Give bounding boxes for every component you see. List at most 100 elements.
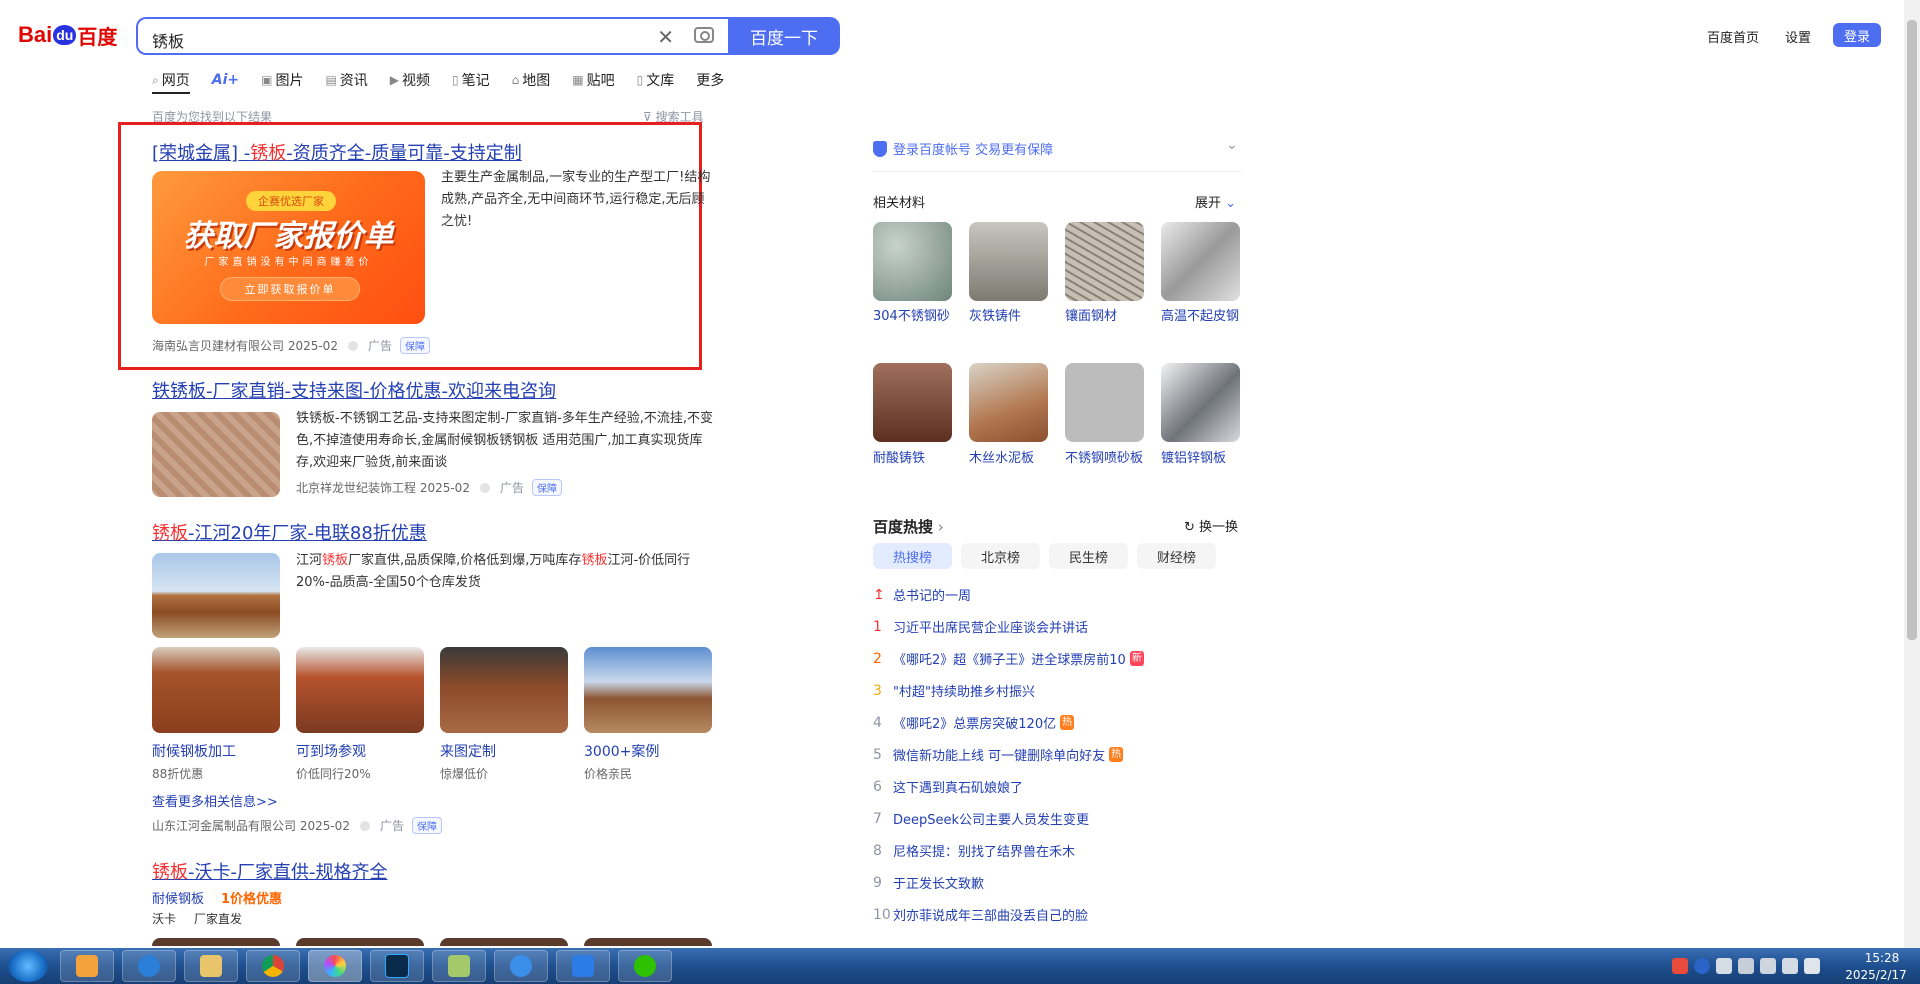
grid-caption-3[interactable]: 来图定制 [440,741,496,761]
hot-item-9[interactable]: 9 于正发长文致歉 [873,873,984,893]
more-info-link[interactable]: 查看更多相关信息>> [152,791,278,810]
tab-web[interactable]: ⌕ 网页 [152,68,190,94]
guarantee-badge[interactable]: 保障 [411,817,442,834]
tab-tieba[interactable]: ▦ 贴吧 [572,68,614,92]
result-4-title[interactable]: 锈板-沃卡-厂家直供-规格齐全 [152,858,387,884]
scrollbar-thumb[interactable] [1907,20,1917,640]
login-button[interactable]: 登录 [1833,23,1881,47]
result-2-thumbnail[interactable] [152,412,280,497]
info-icon[interactable] [359,820,370,831]
wechat-icon[interactable] [618,950,672,982]
chrome-icon[interactable] [246,950,300,982]
related-image-6[interactable] [969,363,1048,442]
refresh-button[interactable]: ↻ 换一换 [1184,516,1238,535]
tray-icon[interactable] [1716,958,1732,974]
related-image-1[interactable] [873,222,952,301]
hot-item-5[interactable]: 5 微信新功能上线 可一键删除单向好友热 [873,745,1124,764]
related-image-8[interactable] [1161,363,1240,442]
related-caption-2[interactable]: 灰铁铸件 [969,306,1053,328]
hot-item-8[interactable]: 8 尼格买提：别找了结界兽在禾木 [873,841,1075,861]
sogou-tray-icon[interactable] [1672,958,1688,974]
network-icon[interactable] [1760,958,1776,974]
tab-notes[interactable]: ▯ 笔记 [452,68,490,92]
hot-item-10[interactable]: 10 刘亦菲说成年三部曲没丢自己的脸 [873,905,1088,925]
tab-news[interactable]: ▤ 资讯 [325,68,367,92]
file-explorer-icon[interactable] [184,950,238,982]
grid-image-2[interactable] [296,647,424,733]
result-4-image[interactable] [440,938,568,946]
hot-item-1[interactable]: 1 习近平出席民营企业座谈会并讲话 [873,617,1088,637]
start-button[interactable] [8,950,48,982]
clear-icon[interactable]: ✕ [657,25,674,49]
grid-caption-1[interactable]: 耐候钢板加工 [152,741,236,761]
expand-button[interactable]: 展开 ⌄ [1195,192,1236,211]
grid-image-4[interactable] [584,647,712,733]
sogou-icon[interactable] [494,950,548,982]
info-icon[interactable] [347,340,358,351]
banner-cta-button[interactable]: 立即获取报价单 [220,277,360,301]
internet-explorer-icon[interactable] [122,950,176,982]
volume-icon[interactable] [1804,958,1820,974]
notes-app-icon[interactable] [432,950,486,982]
chevron-down-icon[interactable]: ⌄ [1226,137,1238,153]
tab-wenku[interactable]: ▯ 文库 [637,68,675,92]
related-caption-3[interactable]: 镶面钢材 [1065,306,1149,328]
guarantee-badge[interactable]: 保障 [399,337,430,354]
related-caption-1[interactable]: 304不锈钢砂 [873,306,957,328]
result-2-title[interactable]: 铁锈板-厂家直销-支持来图-价格优惠-欢迎来电咨询 [152,377,556,403]
security-app-icon[interactable] [556,950,610,982]
hot-item-3[interactable]: 3 "村超"持续助推乡村振兴 [873,681,1035,701]
hot-item-4[interactable]: 4 《哪吒2》总票房突破120亿热 [873,713,1075,732]
grid-caption-4[interactable]: 3000+案例 [584,741,659,761]
settings-link[interactable]: 设置 [1785,27,1811,46]
action-center-icon[interactable] [1782,958,1798,974]
photoshop-icon[interactable] [370,950,424,982]
clock-date[interactable]: 2025/2/17 [1841,968,1911,982]
baidu-logo[interactable]: Bai du 百度 [18,18,120,52]
result-1-ad-banner[interactable]: 企赛优选厂家 获取厂家报价单 厂家直销没有中间商赚差价 立即获取报价单 [152,171,425,324]
result-4-sublink[interactable]: 耐候钢板 [152,888,204,907]
grid-caption-2[interactable]: 可到场参观 [296,741,366,761]
search-query[interactable]: 锈板 [152,28,184,52]
result-1-title[interactable]: [荣城金属] -锈板-资质齐全-质量可靠-支持定制 [152,139,522,165]
hot-item-pinned[interactable]: ↥ 总书记的一周 [873,585,971,605]
related-image-2[interactable] [969,222,1048,301]
hot-tab-livelihood[interactable]: 民生榜 [1049,543,1128,569]
related-image-4[interactable] [1161,222,1240,301]
result-4-image[interactable] [296,938,424,946]
result-3-title[interactable]: 锈板-江河20年厂家-电联88折优惠 [152,519,427,545]
hot-tab-beijing[interactable]: 北京榜 [961,543,1040,569]
result-3-thumbnail[interactable] [152,553,280,638]
tab-video[interactable]: ▶ 视频 [390,68,430,92]
related-caption-8[interactable]: 镀铝锌钢板 [1161,448,1245,470]
hot-tab-hot[interactable]: 热搜榜 [873,543,952,569]
related-image-7[interactable] [1065,363,1144,442]
result-4-image[interactable] [152,938,280,946]
colorful-app-icon[interactable] [308,950,362,982]
help-tray-icon[interactable] [1694,958,1710,974]
related-caption-5[interactable]: 耐酸铸铁 [873,448,957,470]
search-button[interactable]: 百度一下 [728,17,840,55]
baidu-home-link[interactable]: 百度首页 [1707,27,1759,46]
camera-icon[interactable] [694,27,714,43]
login-tip[interactable]: 登录百度帐号 交易更有保障 [873,139,1053,158]
result-4-image[interactable] [584,938,712,946]
clock-time[interactable]: 15:28 [1852,951,1912,965]
tab-images[interactable]: ▣ 图片 [261,68,303,92]
search-input[interactable]: 锈板 ✕ [136,17,728,55]
hot-search-title[interactable]: 百度热搜 › [873,516,944,537]
related-image-3[interactable] [1065,222,1144,301]
related-caption-6[interactable]: 木丝水泥板 [969,448,1053,470]
tab-map[interactable]: ⌂ 地图 [512,68,551,92]
media-player-icon[interactable] [60,950,114,982]
grid-image-1[interactable] [152,647,280,733]
hot-item-2[interactable]: 2 《哪吒2》超《狮子王》进全球票房前10 新 [873,649,1144,668]
hot-item-6[interactable]: 6 这下遇到真石矶娘娘了 [873,777,1023,797]
guarantee-badge[interactable]: 保障 [531,479,562,496]
tab-more[interactable]: 更多 [696,68,724,92]
tray-icon[interactable] [1738,958,1754,974]
related-caption-7[interactable]: 不锈钢喷砂板 [1065,448,1145,470]
info-icon[interactable] [479,482,490,493]
hot-item-7[interactable]: 7 DeepSeek公司主要人员发生变更 [873,809,1089,829]
hot-tab-finance[interactable]: 财经榜 [1137,543,1216,569]
